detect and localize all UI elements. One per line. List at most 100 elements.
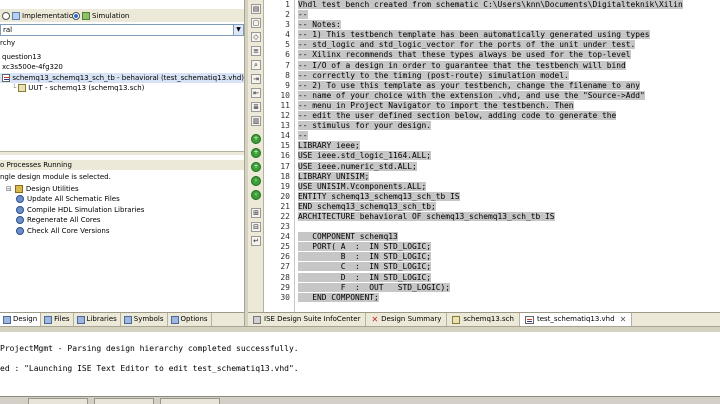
tab-libraries[interactable]: Libraries <box>74 313 121 326</box>
bookmark-icon[interactable]: ◇ <box>251 32 261 42</box>
tab-label: Libraries <box>86 315 117 323</box>
line-number: 8 <box>285 70 290 80</box>
code-line[interactable]: -- 1) This testbench template has been a… <box>298 30 720 40</box>
code-line[interactable]: LIBRARY UNISIM; <box>298 171 720 182</box>
code-line[interactable]: -- stimulus for your design. <box>298 121 720 131</box>
process-item-regenerate-cores[interactable]: Regenerate All Cores <box>0 215 244 226</box>
code-line[interactable]: ENTITY schemq13_schemq13_sch_tb IS <box>298 191 720 202</box>
code-line[interactable]: -- edit the user defined section below, … <box>298 111 720 121</box>
tab-options[interactable]: Options <box>168 313 212 326</box>
process-item-compile-libraries[interactable]: Compile HDL Simulation Libraries <box>0 205 244 216</box>
tab-testbench[interactable]: test_schematiq13.vhd ✕ <box>519 313 633 326</box>
process-item-check-cores[interactable]: Check All Core Versions <box>0 226 244 237</box>
tab-symbols[interactable]: Symbols <box>121 313 168 326</box>
chevron-down-icon[interactable]: ▼ <box>233 25 243 35</box>
tree-item-uut[interactable]: └ UUT - schemq13 (schemq13.sch) <box>0 83 244 94</box>
close-x-icon[interactable]: ✕ <box>371 313 378 326</box>
code-line[interactable]: Vhdl test bench created from schematic C… <box>298 0 720 10</box>
processes-status: ngle design module is selected. <box>0 172 244 183</box>
process-item-update-schematic[interactable]: Update All Schematic Files <box>0 194 244 205</box>
tab-design-summary[interactable]: ✕ Design Summary <box>366 313 448 326</box>
line-number: 7 <box>285 60 290 70</box>
line-number: 6 <box>285 50 290 60</box>
code-line[interactable]: USE UNISIM.Vcomponents.ALL; <box>298 181 720 192</box>
line-number: 19 <box>280 181 290 191</box>
tab-size-icon[interactable]: ⊞ <box>251 208 261 218</box>
language-template-icon[interactable]: + <box>251 148 261 158</box>
indent-icon[interactable]: ⇥ <box>251 74 261 84</box>
simulation-label: Simulation <box>92 12 130 20</box>
open-icon[interactable]: ▢ <box>251 18 261 28</box>
tab-schematic[interactable]: schemq13.sch <box>447 313 520 326</box>
line-number: 1 <box>285 0 290 9</box>
bookmark-prev-icon[interactable]: ‹ <box>251 190 261 200</box>
code-line[interactable]: -- name of your choice with the extensio… <box>298 90 720 101</box>
code-line[interactable]: ARCHITECTURE behavioral OF schemq13_sche… <box>298 211 720 222</box>
code-line[interactable]: C : IN STD_LOGIC; <box>298 262 720 272</box>
simulation-type-select[interactable]: ral ▼ <box>0 24 244 36</box>
code-line[interactable]: END COMPONENT; <box>298 292 720 303</box>
code-line[interactable]: -- <box>298 131 720 141</box>
infocenter-icon <box>253 315 261 324</box>
find-icon[interactable]: ⌕ <box>251 60 261 70</box>
code-line[interactable]: -- Notes: <box>298 20 720 30</box>
comment-icon[interactable]: ≡ <box>251 46 261 56</box>
code-line[interactable]: D : IN STD_LOGIC; <box>298 272 720 283</box>
code-line-text: COMPONENT schemq13 <box>298 232 398 242</box>
code-line[interactable]: F : OUT STD_LOGIC); <box>298 282 720 293</box>
code-line[interactable]: LIBRARY ieee; <box>298 141 720 151</box>
code-line[interactable]: END schemq13_schemq13_sch_tb; <box>298 201 720 212</box>
block-icon[interactable]: ▥ <box>251 116 261 126</box>
code-line[interactable]: -- Xilinx recommends that these types al… <box>298 50 720 60</box>
tab-files[interactable]: Files <box>41 313 74 326</box>
code-line[interactable]: USE ieee.numeric_std.ALL; <box>298 161 720 172</box>
code-line[interactable] <box>298 222 720 232</box>
doc-icon[interactable]: ▤ <box>251 4 261 14</box>
tree-item-project[interactable]: question13 <box>0 52 244 63</box>
word-wrap-icon[interactable]: ↵ <box>251 236 261 246</box>
simulation-radio-dot[interactable] <box>72 12 80 20</box>
uncomment-icon[interactable]: ≣ <box>251 102 261 112</box>
expand-icon[interactable]: ⊟ <box>6 184 12 195</box>
panel-splitter[interactable] <box>0 151 244 155</box>
taskbar-button[interactable] <box>94 398 154 404</box>
processes-panel: ngle design module is selected. ⊟ Design… <box>0 172 244 312</box>
tree-item-testbench[interactable]: schemq13_schemq13_sch_tb - behavioral (t… <box>0 72 244 83</box>
simulation-radio[interactable]: Simulation <box>72 11 129 21</box>
process-item-design-utilities[interactable]: ⊟ Design Utilities <box>0 184 244 195</box>
tree-item-device[interactable]: xc3s500e-4fg320 <box>0 62 244 73</box>
implementation-radio-dot[interactable] <box>2 12 10 20</box>
code-line[interactable]: USE ieee.std_logic_1164.ALL; <box>298 151 720 161</box>
code-line[interactable]: -- <box>298 10 720 20</box>
code-line[interactable]: -- menu in Project Navigator to import t… <box>298 100 720 111</box>
bookmark-add-icon[interactable]: + <box>251 162 261 172</box>
close-tab-icon[interactable]: ✕ <box>620 313 627 326</box>
outdent-icon[interactable]: ⇤ <box>251 88 261 98</box>
code-line[interactable]: B : IN STD_LOGIC; <box>298 252 720 262</box>
code-line[interactable]: -- 2) To use this template as your testb… <box>298 80 720 91</box>
code-editor[interactable]: 1 2 3 4 5 6 7 8 9 10 11 12 13 14 15 16 17 18 19 20 21 22 23 24 2… <box>264 0 720 312</box>
language-icon[interactable]: ⊟ <box>251 222 261 232</box>
vhdl-file-icon <box>524 315 534 324</box>
code-line[interactable]: -- I/O of a design in order to guarantee… <box>298 60 720 71</box>
line-number: 29 <box>280 282 290 292</box>
taskbar-button[interactable] <box>28 398 88 404</box>
code-line-text: C : IN STD_LOGIC; <box>298 262 432 272</box>
tab-infocenter[interactable]: ISE Design Suite InfoCenter <box>248 313 367 326</box>
code-line[interactable]: COMPONENT schemq13 <box>298 232 720 242</box>
code-line[interactable]: -- std_logic and std_logic_vector for th… <box>298 40 720 50</box>
code-line[interactable]: PORT( A : IN STD_LOGIC; <box>298 242 720 252</box>
code-line[interactable]: -- correctly to the timing (post-route) … <box>298 70 720 81</box>
taskbar-button[interactable] <box>160 398 220 404</box>
code-text[interactable]: Vhdl test bench created from schematic C… <box>298 0 720 303</box>
tab-design[interactable]: Design <box>0 313 42 326</box>
code-line-text: F : OUT STD_LOGIC); <box>298 282 451 292</box>
line-number: 24 <box>280 232 290 242</box>
line-number: 20 <box>280 191 290 201</box>
insert-template-icon[interactable]: + <box>251 134 261 144</box>
bookmark-next-icon[interactable]: › <box>251 176 261 186</box>
code-line-text: -- <box>298 131 308 141</box>
tab-label: schemq13.sch <box>463 315 514 323</box>
process-icon <box>16 195 24 204</box>
implementation-radio[interactable]: Implementation <box>2 11 78 21</box>
